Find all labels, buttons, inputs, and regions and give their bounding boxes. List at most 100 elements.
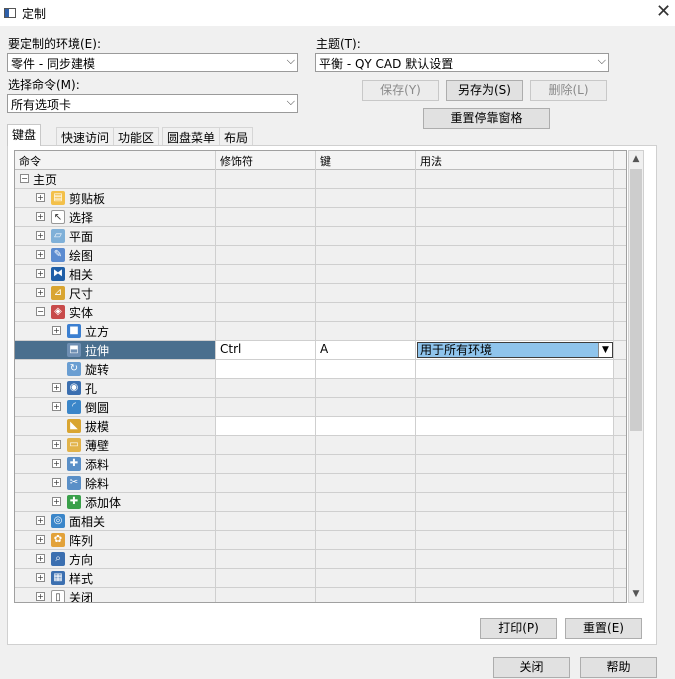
modifier-cell[interactable] <box>216 322 316 340</box>
usage-cell[interactable] <box>416 569 614 587</box>
expand-icon[interactable]: + <box>36 535 45 544</box>
modifier-cell[interactable] <box>216 303 316 321</box>
command-cell[interactable]: + ↖ 选择 <box>15 208 216 226</box>
modifier-cell[interactable] <box>216 170 316 188</box>
usage-cell[interactable] <box>416 227 614 245</box>
key-cell[interactable]: A <box>316 341 416 359</box>
vertical-scrollbar[interactable]: ▲ ▼ <box>628 150 644 603</box>
table-row[interactable]: + ↖ 选择 <box>15 208 626 227</box>
key-cell[interactable] <box>316 436 416 454</box>
command-grid[interactable]: 命令 修饰符 键 用法 − 主页 + ▤ 剪贴板 + ↖ 选择 + ▱ 平面 + ✎ 绘图 + ⧓ 相关 + ⊿ 尺寸… <box>14 150 627 603</box>
key-cell[interactable] <box>316 398 416 416</box>
key-cell[interactable] <box>316 360 416 378</box>
command-cell[interactable]: ↻ 旋转 <box>15 360 216 378</box>
usage-cell[interactable] <box>416 322 614 340</box>
env-select[interactable]: 零件 - 同步建模 ⌵ <box>7 53 298 72</box>
usage-cell[interactable] <box>416 474 614 492</box>
reset-button[interactable]: 重置(E) <box>565 618 642 639</box>
key-cell[interactable] <box>316 246 416 264</box>
save-button[interactable]: 保存(Y) <box>362 80 439 101</box>
key-cell[interactable] <box>316 531 416 549</box>
table-row[interactable]: + ⌕ 方向 <box>15 550 626 569</box>
usage-select[interactable]: 用于所有环境 ▼ <box>417 342 613 358</box>
command-cell[interactable]: + ✿ 阵列 <box>15 531 216 549</box>
command-cell[interactable]: + ▭ 薄壁 <box>15 436 216 454</box>
key-cell[interactable] <box>316 379 416 397</box>
col-command[interactable]: 命令 <box>15 151 216 170</box>
expand-icon[interactable]: + <box>36 554 45 563</box>
tab-ribbon[interactable]: 功能区 <box>113 127 160 145</box>
table-row[interactable]: + ✎ 绘图 <box>15 246 626 265</box>
key-cell[interactable] <box>316 550 416 568</box>
modifier-cell[interactable] <box>216 474 316 492</box>
key-cell[interactable] <box>316 512 416 530</box>
table-row[interactable]: + ✂ 除料 <box>15 474 626 493</box>
command-cell[interactable]: − ◈ 实体 <box>15 303 216 321</box>
modifier-cell[interactable] <box>216 493 316 511</box>
tab-quick-access[interactable]: 快速访问 <box>56 127 115 145</box>
table-row[interactable]: + ⧓ 相关 <box>15 265 626 284</box>
modifier-cell[interactable] <box>216 227 316 245</box>
col-modifier[interactable]: 修饰符 <box>216 151 316 170</box>
expand-icon[interactable]: + <box>36 516 45 525</box>
expand-icon[interactable]: + <box>36 269 45 278</box>
table-row[interactable]: + ◜ 倒圆 <box>15 398 626 417</box>
close-icon[interactable]: ✕ <box>656 1 671 22</box>
modifier-cell[interactable] <box>216 398 316 416</box>
modifier-cell[interactable] <box>216 189 316 207</box>
save-as-button[interactable]: 另存为(S) <box>446 80 523 101</box>
usage-cell[interactable] <box>416 436 614 454</box>
key-cell[interactable] <box>316 208 416 226</box>
scroll-thumb[interactable] <box>630 169 642 431</box>
modifier-cell[interactable] <box>216 512 316 530</box>
command-cell[interactable]: + ◜ 倒圆 <box>15 398 216 416</box>
modifier-cell[interactable] <box>216 417 316 435</box>
usage-cell[interactable] <box>416 265 614 283</box>
usage-cell[interactable] <box>416 246 614 264</box>
table-row[interactable]: + ✚ 添加体 <box>15 493 626 512</box>
expand-icon[interactable]: + <box>52 402 61 411</box>
delete-button[interactable]: 删除(L) <box>530 80 607 101</box>
usage-cell[interactable] <box>416 455 614 473</box>
table-row[interactable]: − ◈ 实体 <box>15 303 626 322</box>
table-row[interactable]: + ✿ 阵列 <box>15 531 626 550</box>
command-cell[interactable]: + ▱ 平面 <box>15 227 216 245</box>
command-cell[interactable]: + ▯ 关闭 <box>15 588 216 602</box>
expand-icon[interactable]: + <box>36 592 45 601</box>
reset-dock-button[interactable]: 重置停靠窗格 <box>423 108 550 129</box>
usage-cell[interactable] <box>416 531 614 549</box>
command-cell[interactable]: + ■ 立方 <box>15 322 216 340</box>
table-row[interactable]: + ▭ 薄壁 <box>15 436 626 455</box>
collapse-icon[interactable]: − <box>36 307 45 316</box>
tab-radial-menu[interactable]: 圆盘菜单 <box>162 127 221 145</box>
expand-icon[interactable]: + <box>52 440 61 449</box>
usage-cell[interactable] <box>416 284 614 302</box>
modifier-cell[interactable] <box>216 569 316 587</box>
expand-icon[interactable]: + <box>52 497 61 506</box>
usage-cell[interactable] <box>416 360 614 378</box>
command-cell[interactable]: + ✚ 添料 <box>15 455 216 473</box>
col-usage[interactable]: 用法 <box>416 151 614 170</box>
print-button[interactable]: 打印(P) <box>480 618 557 639</box>
key-cell[interactable] <box>316 189 416 207</box>
modifier-cell[interactable] <box>216 265 316 283</box>
key-cell[interactable] <box>316 170 416 188</box>
expand-icon[interactable]: + <box>52 383 61 392</box>
table-row[interactable]: + ■ 立方 <box>15 322 626 341</box>
table-row[interactable]: + ◉ 孔 <box>15 379 626 398</box>
table-row[interactable]: + ▱ 平面 <box>15 227 626 246</box>
command-cell[interactable]: + ⧓ 相关 <box>15 265 216 283</box>
table-row[interactable]: + ✚ 添料 <box>15 455 626 474</box>
expand-icon[interactable]: + <box>36 231 45 240</box>
expand-icon[interactable]: + <box>36 288 45 297</box>
command-cell[interactable]: + ▦ 样式 <box>15 569 216 587</box>
modifier-cell[interactable]: Ctrl <box>216 341 316 359</box>
modifier-cell[interactable] <box>216 379 316 397</box>
command-cell[interactable]: + ✎ 绘图 <box>15 246 216 264</box>
command-cell[interactable]: + ◎ 面相关 <box>15 512 216 530</box>
scroll-down-icon[interactable]: ▼ <box>630 587 642 601</box>
usage-cell[interactable] <box>416 398 614 416</box>
expand-icon[interactable]: + <box>36 573 45 582</box>
table-row[interactable]: + ◎ 面相关 <box>15 512 626 531</box>
key-cell[interactable] <box>316 303 416 321</box>
